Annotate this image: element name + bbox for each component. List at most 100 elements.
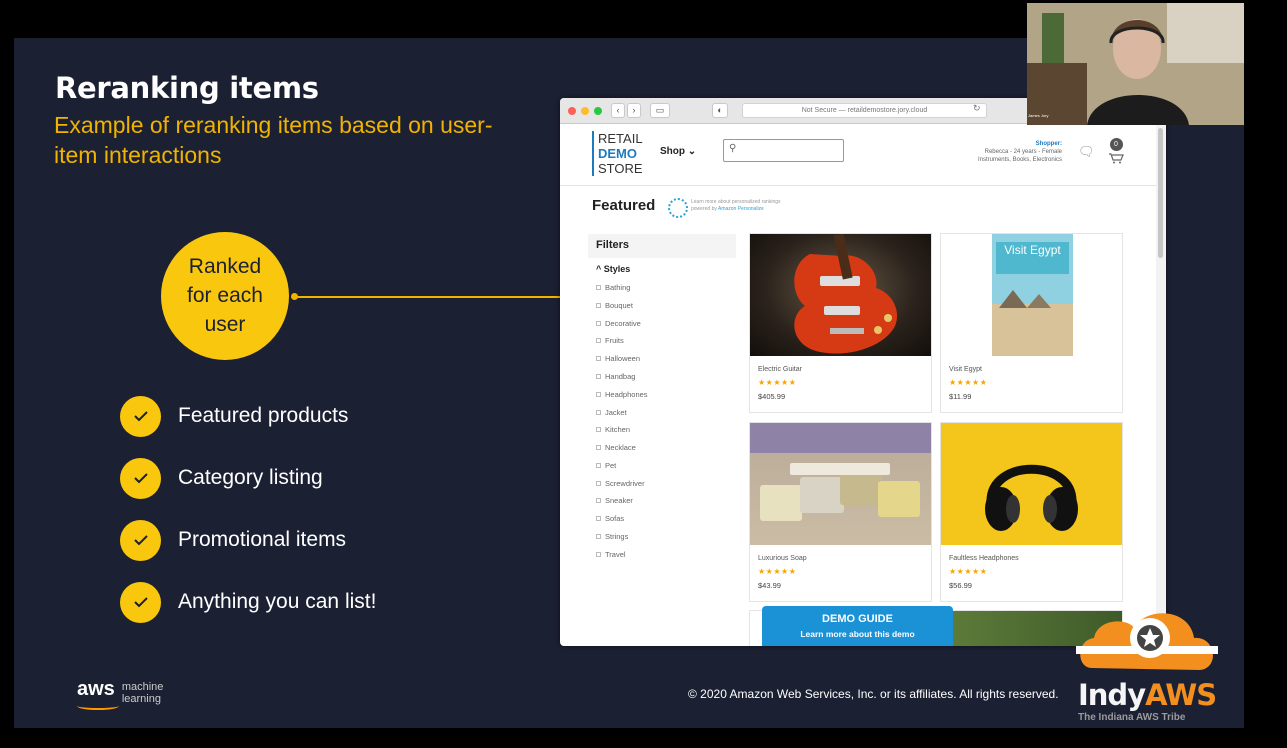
product-price: $11.99 [949, 392, 972, 401]
store-header: RETAIL DEMO STORE Shop ⌄ ⚲ Shopper: Rebe… [560, 124, 1166, 186]
shop-menu[interactable]: Shop ⌄ [660, 146, 696, 157]
style-filter-item[interactable]: Fruits [596, 336, 624, 345]
product-card-visit-egypt[interactable]: Visit Egypt Visit Egypt ★★★★★ $11.99 [940, 233, 1123, 413]
forward-button[interactable]: › [627, 103, 641, 118]
back-button[interactable]: ‹ [611, 103, 625, 118]
style-filter-item[interactable]: Bathing [596, 283, 630, 292]
bullet-anything: Anything you can list! [120, 581, 376, 623]
personalize-link[interactable]: Amazon Personalize [718, 206, 764, 212]
search-input[interactable]: ⚲ [723, 139, 844, 162]
copyright: © 2020 Amazon Web Services, Inc. or its … [688, 687, 1059, 701]
shopper-info[interactable]: Shopper: Rebecca - 24 years - Female Ins… [960, 140, 1062, 164]
shopper-interests: Instruments, Books, Electronics [977, 157, 1062, 163]
shopper-profile: Rebecca - 24 years - Female [984, 149, 1062, 155]
checkbox[interactable] [596, 410, 601, 415]
search-icon: ⚲ [729, 143, 737, 154]
check-icon [120, 581, 161, 623]
demo-guide-button[interactable]: DEMO GUIDE Learn more about this demo [762, 606, 953, 646]
style-filter-item[interactable]: Decorative [596, 319, 641, 328]
checkbox[interactable] [596, 427, 601, 432]
poster-text: Visit Egypt [1004, 243, 1061, 257]
product-name[interactable]: Faultless Headphones [949, 555, 1019, 562]
cart-icon [1109, 153, 1124, 164]
privacy-shield-icon[interactable]: ◐ [712, 103, 728, 118]
reload-icon[interactable]: ↻ [973, 103, 981, 114]
logo-line-store: STORE [598, 161, 643, 176]
indy-wordmark-prefix: Indy [1078, 678, 1146, 712]
style-filter-item[interactable]: Jacket [596, 408, 627, 417]
checkbox[interactable] [596, 498, 601, 503]
retail-demo-store-logo[interactable]: RETAIL DEMO STORE [592, 131, 643, 176]
personalize-icon [668, 198, 688, 218]
guitar-image[interactable] [750, 234, 931, 356]
check-icon [120, 395, 161, 437]
style-filter-item[interactable]: Sneaker [596, 496, 633, 505]
headphones-image[interactable] [941, 423, 1122, 545]
checkbox[interactable] [596, 374, 601, 379]
style-filter-item[interactable]: Screwdriver [596, 479, 645, 488]
checkbox[interactable] [596, 321, 601, 326]
checkbox[interactable] [596, 356, 601, 361]
checkbox[interactable] [596, 285, 601, 290]
ranked-callout: Ranked for each user [161, 232, 289, 360]
soap-image[interactable] [750, 423, 931, 545]
style-label: Pet [605, 461, 617, 470]
rating-stars: ★★★★★ [758, 378, 797, 387]
style-label: Kitchen [605, 425, 631, 434]
minimize-window-button[interactable] [581, 107, 589, 115]
product-card-electric-guitar[interactable]: Electric Guitar ★★★★★ $405.99 [749, 233, 932, 413]
rating-stars: ★★★★★ [949, 567, 988, 576]
checkbox[interactable] [596, 516, 601, 521]
style-label: Fruits [605, 336, 624, 345]
checkbox[interactable] [596, 463, 601, 468]
checkbox[interactable] [596, 445, 601, 450]
product-name[interactable]: Luxurious Soap [758, 555, 807, 562]
aws-logo-word: aws [77, 678, 115, 700]
personalize-prefix: powered by [691, 206, 717, 212]
slide-subtitle: Example of reranking items based on user… [54, 112, 493, 168]
product-card-headphones[interactable]: Faultless Headphones ★★★★★ $56.99 [940, 422, 1123, 602]
product-price: $43.99 [758, 581, 781, 590]
style-filter-item[interactable]: Strings [596, 532, 628, 541]
style-filter-item[interactable]: Kitchen [596, 425, 630, 434]
chevron-down-icon: ⌄ [687, 146, 697, 157]
style-filter-item[interactable]: Necklace [596, 443, 636, 452]
product-name[interactable]: Visit Egypt [949, 366, 982, 373]
scrollbar-thumb[interactable] [1158, 128, 1163, 258]
style-filter-item[interactable]: Halloween [596, 354, 640, 363]
check-icon [120, 519, 161, 561]
checkbox[interactable] [596, 481, 601, 486]
checkbox[interactable] [596, 552, 601, 557]
style-filter-item[interactable]: Sofas [596, 514, 624, 523]
checkbox[interactable] [596, 338, 601, 343]
style-label: Sofas [605, 514, 625, 523]
style-filter-item[interactable]: Pet [596, 461, 616, 470]
style-label: Strings [605, 532, 629, 541]
chevron-up-icon: ^ [596, 264, 602, 274]
style-filter-item[interactable]: Headphones [596, 390, 648, 399]
style-label: Travel [605, 550, 626, 559]
chat-icon[interactable]: 🗨 [1078, 144, 1095, 160]
demo-guide-title: DEMO GUIDE [822, 613, 893, 625]
visit-egypt-poster[interactable]: Visit Egypt [941, 234, 1122, 356]
filters-title: Filters [596, 239, 630, 251]
style-filter-item[interactable]: Bouquet [596, 301, 633, 310]
style-filter-item[interactable]: Handbag [596, 372, 635, 381]
shop-menu-label: Shop [660, 146, 685, 157]
styles-filter-toggle[interactable]: ^ Styles [596, 264, 630, 274]
maximize-window-button[interactable] [594, 107, 602, 115]
featured-heading: Featured [592, 197, 656, 214]
cart-button[interactable]: 0 [1108, 138, 1124, 169]
product-card-luxurious-soap[interactable]: Luxurious Soap ★★★★★ $43.99 [749, 422, 932, 602]
demo-guide-subtitle: Learn more about this demo [800, 629, 915, 639]
checkbox[interactable] [596, 303, 601, 308]
product-name[interactable]: Electric Guitar [758, 366, 802, 373]
style-filter-item[interactable]: Travel [596, 550, 626, 559]
cart-count: 0 [1109, 138, 1123, 151]
checkbox[interactable] [596, 534, 601, 539]
checkbox[interactable] [596, 392, 601, 397]
connector-start-dot [291, 293, 298, 300]
close-window-button[interactable] [568, 107, 576, 115]
sidebar-toggle-icon[interactable]: ▭ [650, 103, 670, 118]
address-bar[interactable]: Not Secure — retaildemostore.jory.cloud [742, 103, 987, 118]
